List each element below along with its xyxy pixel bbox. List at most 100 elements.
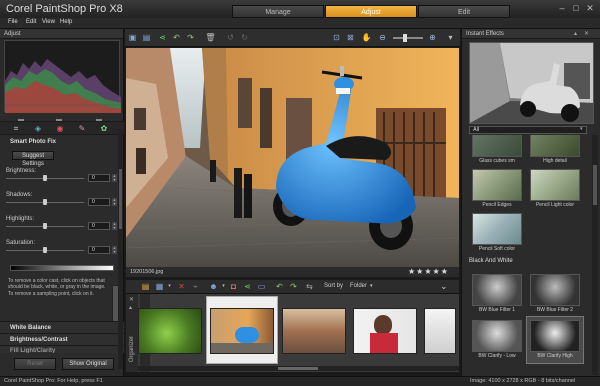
zoom-slider[interactable] [393, 34, 423, 42]
sort-by-select[interactable]: Folder [350, 283, 367, 289]
delete-icon[interactable]: 🗑 [205, 32, 216, 43]
display-icon[interactable]: ▭ [256, 281, 267, 292]
pin-organizer-icon[interactable]: ▴ [129, 304, 132, 311]
view-mode-arrow-icon[interactable]: ▾ [164, 281, 175, 292]
effect-bw-blue-filter-1[interactable]: BW Blue Filter 1 [472, 274, 522, 316]
share-icon[interactable]: ⋖ [157, 32, 168, 43]
effect-pencil-light-color[interactable]: Pencil Light color [530, 169, 580, 211]
tab-manage[interactable]: Manage [232, 5, 324, 18]
menu-file[interactable]: File [8, 19, 18, 25]
effect-preview [469, 42, 594, 124]
effect-label: Glass cubes sm [479, 158, 515, 164]
straighten-icon[interactable]: ◈ [32, 124, 44, 134]
histogram-graph [5, 59, 121, 113]
shadows-thumb[interactable] [43, 199, 47, 205]
effect-pencil-edges[interactable]: Pencil Edges [472, 169, 522, 211]
effect-label: Pencil Light color [535, 202, 575, 208]
saturation-spinner[interactable]: ▴ ▾ [112, 246, 117, 254]
tab-adjust[interactable]: Adjust [325, 5, 417, 18]
brightness-spinner[interactable]: ▴ ▾ [112, 174, 117, 182]
effect-bw-blue-filter-2[interactable]: BW Blue Filter 2 [530, 274, 580, 316]
close-icon[interactable]: ✕ [584, 3, 596, 13]
collapse-organizer-icon[interactable]: ⌄ [440, 281, 448, 292]
adjust-panel-header: Adjust [0, 29, 123, 39]
save-as-icon[interactable]: ▤ [141, 32, 152, 43]
zoom-slider-thumb[interactable] [403, 34, 407, 42]
red-eye-icon[interactable]: ◉ [54, 124, 66, 134]
pan-hand-icon[interactable]: ✋ [361, 32, 372, 43]
thumbnail-scooter[interactable] [210, 308, 274, 354]
close-organizer-icon[interactable]: ✕ [129, 296, 134, 303]
thumbnail-street[interactable] [282, 308, 346, 354]
menu-help[interactable]: Help [60, 19, 72, 25]
effect-bw-clarify-low[interactable]: BW Clarify - Low [472, 320, 522, 362]
actual-size-icon[interactable]: ⊠ [345, 32, 356, 43]
menu-edit[interactable]: Edit [26, 19, 36, 25]
undo-icon[interactable]: ↺ [225, 32, 236, 43]
rotate-left-icon[interactable]: ↶ [171, 32, 182, 43]
panel-pin-icon[interactable]: ✕ [584, 30, 589, 37]
section-white-balance[interactable]: White Balance [0, 321, 124, 333]
rating-stars[interactable]: ★★★★★ [408, 267, 449, 276]
camera-icon[interactable]: ◘ [228, 281, 239, 292]
remove-icon[interactable]: ✕ [176, 281, 187, 292]
tag-icon[interactable]: ⌁ [190, 281, 201, 292]
retouch-icon[interactable]: ✎ [76, 124, 88, 134]
histogram [4, 40, 121, 113]
shadows-value[interactable]: 0 [88, 198, 110, 206]
rotate-right-org-icon[interactable]: ↷ [288, 281, 299, 292]
brightness-thumb[interactable] [43, 175, 47, 181]
show-original-button[interactable]: Show Original [62, 358, 114, 370]
sampling-hint: To remove a color cast, click on objects… [8, 278, 106, 297]
effect-label: BW Clarify High [537, 353, 573, 359]
highlights-spinner[interactable]: ▴ ▾ [112, 222, 117, 230]
effect-category-select[interactable]: All [469, 126, 587, 134]
zoom-in-icon[interactable]: ⊕ [427, 32, 438, 43]
shadows-spinner[interactable]: ▴ ▾ [112, 198, 117, 206]
canvas-menu-icon[interactable]: ▾ [445, 32, 456, 43]
section-brightness-contrast[interactable]: Brightness/Contrast [0, 333, 124, 345]
panel-menu-icon[interactable]: ▴ [574, 30, 577, 37]
redo-icon[interactable]: ↻ [239, 32, 250, 43]
section-fill-light-clarity[interactable]: Fill Light/Clarity [0, 345, 124, 353]
effect-glass-cubes[interactable]: Glass cubes sm [472, 135, 522, 167]
adjust-tools-row: ⌗ ◈ ◉ ✎ ✿ [0, 121, 124, 135]
tab-edit[interactable]: Edit [418, 5, 510, 18]
highlights-thumb[interactable] [43, 223, 47, 229]
reset-button[interactable]: Reset [14, 358, 56, 370]
thumbnail-moss[interactable] [138, 308, 202, 354]
saturation-value[interactable]: 0 [88, 246, 110, 254]
category-arrow-icon[interactable]: ▾ [580, 126, 583, 132]
effect-pencil-soft-color[interactable]: Pencil Soft color [472, 213, 522, 253]
share-organizer-icon[interactable]: ⋖ [242, 281, 253, 292]
rotate-left-org-icon[interactable]: ↶ [274, 281, 285, 292]
effect-label: BW Blue Filter 1 [478, 307, 516, 313]
browse-folders-icon[interactable]: ▤ [140, 281, 151, 292]
maximize-icon[interactable]: □ [570, 3, 582, 13]
clone-icon[interactable]: ✿ [98, 124, 110, 134]
fit-window-icon[interactable]: ⊡ [331, 32, 342, 43]
save-icon[interactable]: ▣ [127, 32, 138, 43]
menu-view[interactable]: View [42, 19, 55, 25]
sampling-gradient[interactable] [10, 265, 114, 271]
effects-scrollbar[interactable] [592, 135, 598, 375]
instant-effects-panel: Instant Effects ▴ ✕ All ▾ Glass cubes sm… [461, 29, 600, 376]
sort-arrow-icon[interactable]: ▾ [370, 283, 373, 289]
organizer-scrollbar[interactable] [138, 366, 459, 371]
adjust-scrollbar[interactable] [118, 129, 123, 369]
minimize-icon[interactable]: – [556, 3, 568, 13]
suggest-settings-button[interactable]: Suggest Settings [12, 151, 54, 167]
brightness-value[interactable]: 0 [88, 174, 110, 182]
saturation-thumb[interactable] [43, 247, 47, 253]
scooter-photo [126, 48, 459, 267]
highlights-value[interactable]: 0 [88, 222, 110, 230]
effect-high-detail[interactable]: High detail [530, 135, 580, 167]
zoom-out-icon[interactable]: ⊖ [377, 32, 388, 43]
thumbnail-partial[interactable] [424, 308, 456, 354]
compare-icon[interactable]: ⇆ [304, 281, 315, 292]
main-photo[interactable] [126, 48, 459, 267]
effect-bw-clarify-high[interactable]: BW Clarify High [530, 320, 580, 362]
crop-icon[interactable]: ⌗ [10, 124, 22, 134]
thumbnail-woman-camera[interactable] [353, 308, 417, 354]
rotate-right-icon[interactable]: ↷ [185, 32, 196, 43]
